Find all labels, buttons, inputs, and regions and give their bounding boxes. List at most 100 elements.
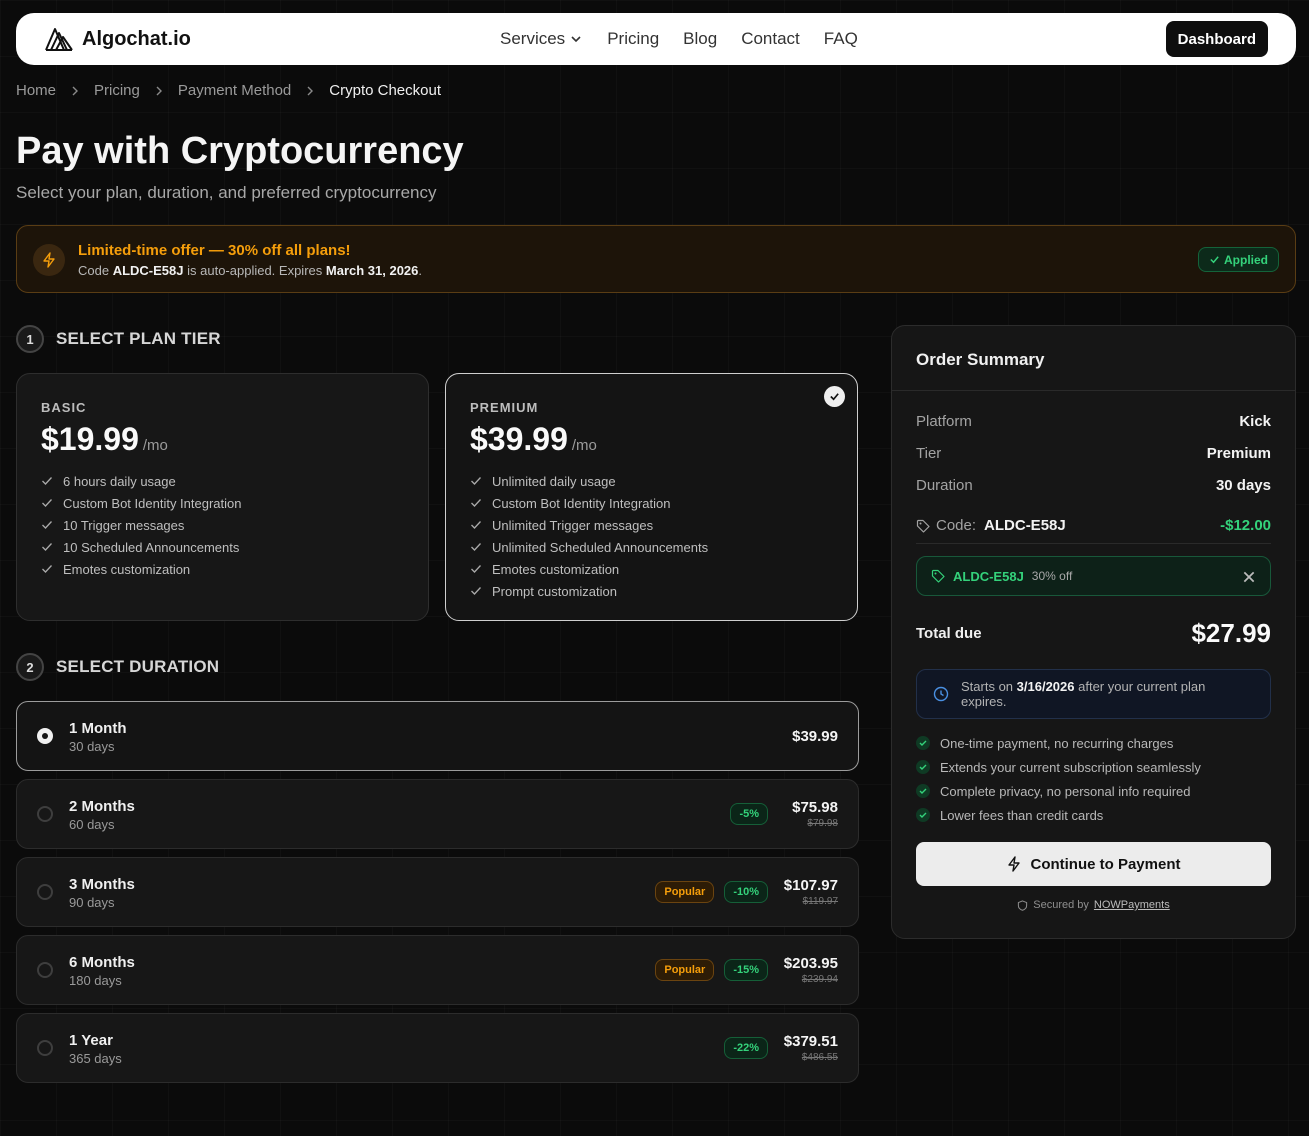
duration-old-price: $119.97 [802, 896, 838, 907]
feature-item: Emotes customization [470, 558, 833, 580]
breadcrumb-current: Crypto Checkout [329, 82, 441, 99]
feature-item: Emotes customization [41, 558, 404, 580]
radio-button[interactable] [37, 1040, 53, 1056]
page-subtitle: Select your plan, duration, and preferre… [16, 183, 437, 202]
brand-logo[interactable]: Algochat.io [44, 26, 191, 52]
duration-label: 1 Month [69, 720, 127, 737]
offer-expiry: March 31, 2026 [325, 263, 419, 278]
step-duration-header: 2 SELECT DURATION [16, 653, 219, 681]
step-tier-header: 1 SELECT PLAN TIER [16, 325, 221, 353]
plan-name: BASIC [41, 400, 87, 415]
feature-item: Unlimited Scheduled Announcements [470, 536, 833, 558]
duration-option-1-month[interactable]: 1 Month 30 days $39.99 [16, 701, 859, 771]
benefit-item: Complete privacy, no personal info requi… [916, 779, 1201, 803]
summary-key: Duration [916, 477, 973, 494]
duration-price: $39.99 [792, 727, 838, 745]
duration-days: 365 days [69, 1051, 122, 1066]
duration-label: 1 Year [69, 1032, 113, 1049]
check-icon [42, 521, 52, 529]
plan-card-basic[interactable]: BASIC $19.99 /mo 6 hours daily usage Cus… [16, 373, 429, 621]
pay-button-label: Continue to Payment [1030, 855, 1181, 873]
total-value: $27.99 [1191, 618, 1271, 648]
tag-icon [916, 519, 930, 533]
feature-text: Unlimited Trigger messages [492, 517, 654, 533]
check-circle-icon [916, 784, 930, 798]
check-icon [471, 565, 481, 573]
nav-pricing[interactable]: Pricing [607, 29, 659, 49]
feature-text: 10 Trigger messages [63, 517, 185, 533]
discount-badge: -10% [724, 881, 768, 903]
benefit-text: Complete privacy, no personal info requi… [940, 783, 1191, 799]
duration-price: $75.98 [792, 799, 838, 816]
discount-badge: -5% [730, 803, 768, 825]
close-icon[interactable] [1242, 570, 1256, 584]
info-date: 3/16/2026 [1016, 679, 1075, 694]
breadcrumb-pricing[interactable]: Pricing [94, 82, 140, 99]
radio-button[interactable] [37, 884, 53, 900]
offer-banner: Limited-time offer — 30% off all plans! … [16, 225, 1296, 293]
feature-text: Prompt customization [492, 583, 617, 599]
benefit-text: One-time payment, no recurring charges [940, 735, 1174, 751]
feature-text: 10 Scheduled Announcements [63, 539, 240, 555]
total-label: Total due [916, 625, 982, 642]
page-title: Pay with Cryptocurrency [16, 130, 464, 172]
offer-text: Code ALDC-E58J is auto-applied. Expires … [78, 263, 422, 278]
chevron-right-icon [156, 86, 162, 95]
radio-button[interactable] [37, 962, 53, 978]
duration-option-2-months[interactable]: 2 Months 60 days -5% $75.98 $79.98 [16, 779, 859, 849]
plan-price: $39.99 [470, 421, 568, 457]
feature-text: Emotes customization [492, 561, 620, 577]
clock-icon [933, 686, 949, 702]
duration-label: 3 Months [69, 876, 135, 893]
start-date-info: Starts on 3/16/2026 after your current p… [916, 669, 1271, 719]
chevron-down-icon [571, 36, 581, 43]
check-icon [42, 565, 52, 573]
feature-item: Custom Bot Identity Integration [470, 492, 833, 514]
summary-key: Tier [916, 445, 942, 462]
duration-price: $203.95 [783, 955, 838, 972]
breadcrumb-home[interactable]: Home [16, 82, 56, 99]
secured-prefix: Secured by [1033, 899, 1089, 911]
coupon-code: ALDC-E58J [953, 568, 1024, 584]
nowpayments-link[interactable]: NOWPayments [1094, 899, 1170, 911]
feature-item: 10 Scheduled Announcements [41, 536, 404, 558]
main-nav: Services Pricing Blog Contact FAQ [500, 29, 882, 49]
step-label: SELECT DURATION [56, 657, 220, 676]
duration-old-price: $486.55 [801, 1052, 838, 1063]
nav-faq[interactable]: FAQ [824, 29, 858, 49]
feature-item: 10 Trigger messages [41, 514, 404, 536]
continue-to-payment-button[interactable]: Continue to Payment [916, 842, 1271, 886]
duration-option-6-months[interactable]: 6 Months 180 days Popular -15% $203.95 $… [16, 935, 859, 1005]
duration-option-1-year[interactable]: 1 Year 365 days -22% $379.51 $486.55 [16, 1013, 859, 1083]
duration-price: $379.51 [783, 1033, 838, 1050]
nav-contact[interactable]: Contact [741, 29, 800, 49]
duration-option-3-months[interactable]: 3 Months 90 days Popular -10% $107.97 $1… [16, 857, 859, 927]
selected-check-icon [824, 386, 845, 407]
summary-row-platform: Platform Kick [916, 413, 1271, 430]
applied-coupon: ALDC-E58J 30% off [916, 556, 1271, 596]
check-icon [42, 543, 52, 551]
nav-blog[interactable]: Blog [683, 29, 717, 49]
offer-text-prefix: Code [78, 263, 110, 278]
radio-button[interactable] [37, 728, 53, 744]
duration-old-price: $239.94 [801, 974, 838, 985]
radio-button[interactable] [37, 806, 53, 822]
breadcrumb-payment-method[interactable]: Payment Method [178, 82, 291, 99]
chevron-right-icon [72, 86, 79, 95]
feature-item: Custom Bot Identity Integration [41, 492, 404, 514]
secured-by: Secured by NOWPayments [892, 899, 1295, 911]
plan-card-premium[interactable]: PREMIUM $39.99 /mo Unlimited daily usage… [445, 373, 858, 621]
nav-services[interactable]: Services [500, 29, 583, 49]
duration-days: 90 days [69, 895, 115, 910]
divider [892, 390, 1295, 391]
top-navbar: Algochat.io Services Pricing Blog Contac… [16, 13, 1296, 65]
feature-item: Prompt customization [470, 580, 833, 602]
chevron-right-icon [307, 86, 314, 95]
dashboard-button[interactable]: Dashboard [1165, 21, 1268, 57]
duration-label: 2 Months [69, 798, 135, 815]
applied-badge-label: Applied [1224, 252, 1268, 267]
benefit-text: Lower fees than credit cards [940, 807, 1104, 823]
popular-badge: Popular [655, 959, 715, 981]
plan-features: 6 hours daily usage Custom Bot Identity … [41, 470, 404, 580]
offer-code: ALDC-E58J [112, 263, 184, 278]
